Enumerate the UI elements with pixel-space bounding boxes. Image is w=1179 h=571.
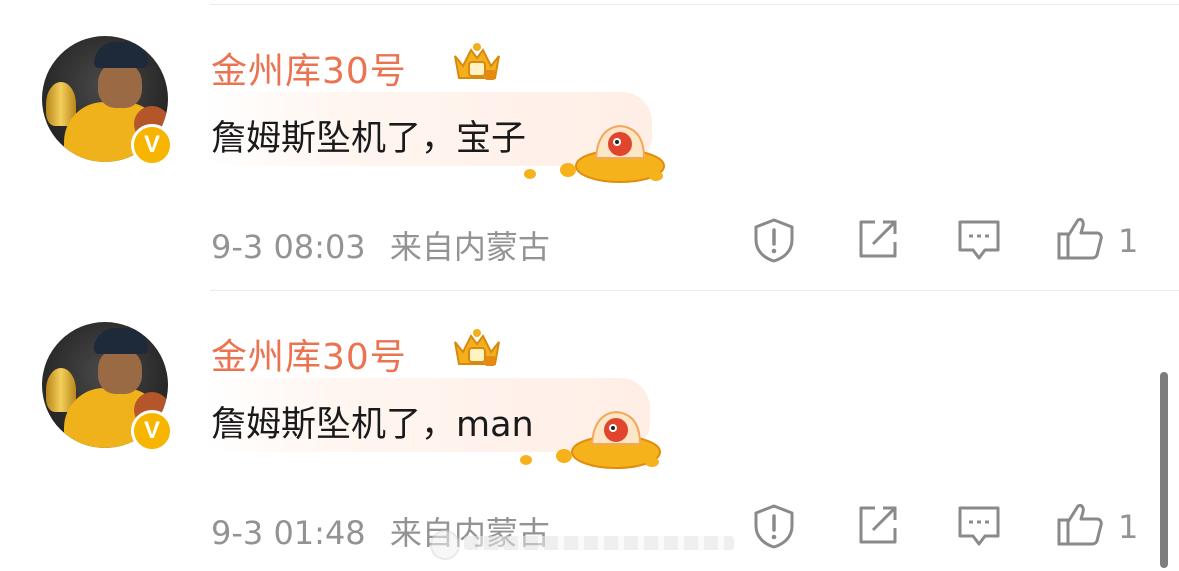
comment-list: V 金州库30号 詹姆斯坠机了，宝子 9-3 08:03 来自内蒙古 1 V 金…: [0, 0, 1179, 571]
comment-icon[interactable]: [955, 502, 1003, 550]
ufo-sticker-icon: [520, 410, 661, 469]
username[interactable]: 金州库30号: [211, 42, 407, 94]
share-icon[interactable]: [853, 216, 901, 264]
watermark: [430, 528, 740, 560]
verified-badge-icon: V: [131, 410, 173, 452]
verified-badge-icon: V: [131, 124, 173, 166]
like-count: 1: [1118, 508, 1139, 546]
thumbs-up-icon[interactable]: [1056, 500, 1104, 548]
comment-meta: 9-3 08:03 来自内蒙古: [211, 222, 550, 268]
comment-text: 詹姆斯坠机了，man: [211, 405, 534, 445]
report-icon[interactable]: [750, 502, 798, 550]
crown-badge-icon: [454, 329, 500, 366]
thumbs-up-icon[interactable]: [1056, 214, 1104, 262]
location: 来自内蒙古: [389, 228, 550, 266]
report-icon[interactable]: [750, 216, 798, 264]
comment-icon[interactable]: [955, 216, 1003, 264]
username[interactable]: 金州库30号: [211, 328, 407, 380]
ufo-sticker-icon: [524, 124, 665, 183]
timestamp: 9-3 08:03: [211, 228, 366, 266]
comment-text: 詹姆斯坠机了，宝子: [211, 119, 527, 159]
scrollbar[interactable]: [1160, 372, 1168, 568]
share-icon[interactable]: [853, 502, 901, 550]
crown-badge-icon: [454, 43, 500, 80]
like-count: 1: [1118, 222, 1139, 260]
comment-item: V 金州库30号 詹姆斯坠机了，宝子 9-3 08:03 来自内蒙古 1: [0, 0, 1179, 285]
timestamp: 9-3 01:48: [211, 514, 366, 552]
